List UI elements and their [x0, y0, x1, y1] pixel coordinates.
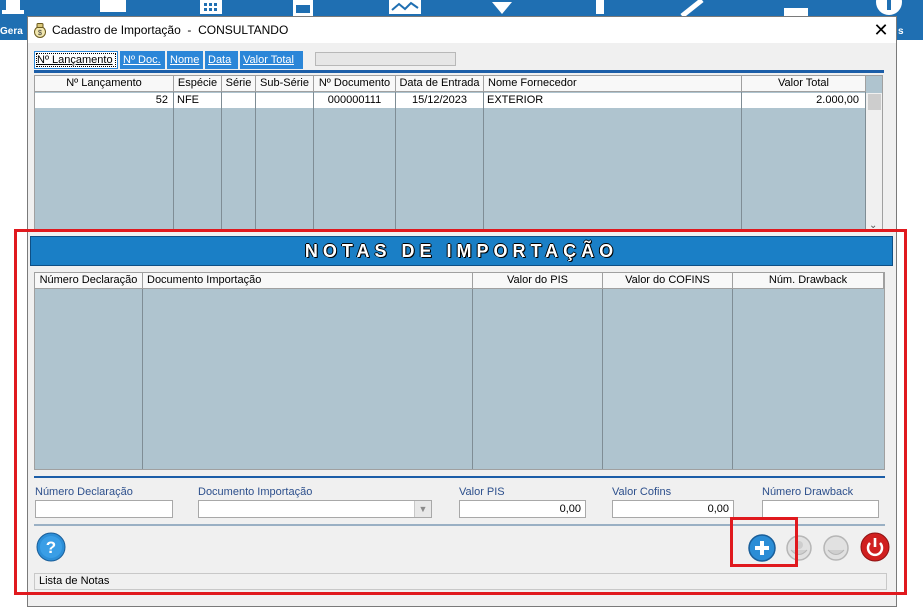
help-icon: ?	[36, 532, 66, 562]
delete-button[interactable]	[821, 533, 851, 563]
column-header[interactable]: Nº Documento	[314, 76, 396, 92]
status-bar: Lista de Notas	[34, 573, 887, 590]
column-header[interactable]: Número Declaração	[35, 273, 143, 289]
label-numero-drawback: Número Drawback	[762, 486, 854, 498]
cell-sub-serie	[256, 93, 313, 107]
divider	[34, 70, 884, 73]
cell-valor-total: 2.000,00	[816, 94, 859, 106]
delete-icon	[823, 535, 849, 561]
sort-button-lancamento[interactable]: Nº Lançamento	[34, 51, 118, 69]
column-header[interactable]: Documento Importação	[143, 273, 473, 289]
sort-button-documento[interactable]: Nº Doc.	[120, 51, 165, 69]
chevron-down-icon[interactable]: ▼	[414, 501, 431, 517]
column-header[interactable]: Espécie	[174, 76, 222, 92]
notas-grid[interactable]: Número Declaração Documento Importação V…	[34, 272, 885, 470]
add-icon[interactable]	[876, 0, 906, 16]
numero-declaracao-input[interactable]	[35, 500, 173, 518]
label-valor-cofins: Valor Cofins	[612, 486, 672, 498]
divider	[34, 524, 885, 526]
scroll-down-icon[interactable]: ⌄	[869, 220, 877, 230]
svg-text:?: ?	[46, 538, 56, 557]
cell-fornecedor: EXTERIOR	[487, 94, 544, 106]
cell-serie	[222, 93, 255, 107]
help-button[interactable]: ?	[36, 532, 66, 562]
vertical-scrollbar[interactable]: ⌄	[866, 93, 882, 230]
calculator-icon[interactable]	[291, 0, 321, 16]
label-numero-declaracao: Número Declaração	[35, 486, 133, 498]
power-icon	[860, 532, 890, 562]
valor-cofins-input[interactable]: 0,00	[612, 500, 734, 518]
sort-button-data[interactable]: Data	[205, 51, 238, 69]
chart-icon[interactable]	[389, 0, 421, 16]
tool-icon[interactable]	[680, 0, 710, 16]
column-header[interactable]: Nome Fornecedor	[484, 76, 742, 92]
column-header[interactable]: Valor do COFINS	[603, 273, 733, 289]
svg-text:$: $	[38, 30, 42, 37]
download-icon[interactable]	[488, 0, 518, 16]
valor-pis-input[interactable]: 0,00	[459, 500, 586, 518]
sort-button-valor-total[interactable]: Valor Total	[240, 51, 303, 69]
notas-banner: NOTAS DE IMPORTAÇÃO	[30, 236, 893, 266]
title-bar: $ Cadastro de Importação - CONSULTANDO ✕	[28, 17, 896, 43]
chat-icon[interactable]	[100, 0, 130, 16]
column-header[interactable]: Sub-Série	[256, 76, 314, 92]
column-header[interactable]: Valor Total	[742, 76, 866, 92]
numero-drawback-input[interactable]	[762, 500, 879, 518]
sort-search-field[interactable]	[315, 52, 456, 66]
upload-icon[interactable]	[586, 0, 616, 16]
label-valor-pis: Valor PIS	[459, 486, 505, 498]
column-header[interactable]: Nº Lançamento	[35, 76, 174, 92]
toolbar-label-left: Gera	[0, 26, 23, 37]
sort-button-nome[interactable]: Nome	[167, 51, 203, 69]
money-bag-icon: $	[32, 22, 48, 38]
column-header[interactable]: Data de Entrada	[396, 76, 484, 92]
edit-icon	[786, 535, 812, 561]
log-icon[interactable]	[782, 0, 812, 16]
calendar-icon[interactable]	[198, 0, 228, 16]
import-dialog: $ Cadastro de Importação - CONSULTANDO ✕…	[27, 16, 897, 607]
cell-data-entrada: 15/12/2023	[411, 94, 468, 106]
column-header[interactable]: Núm. Drawback	[733, 273, 884, 289]
column-header[interactable]: Série	[222, 76, 256, 92]
edit-button[interactable]	[784, 533, 814, 563]
cell-especie: NFE	[177, 94, 199, 106]
close-button[interactable]: ✕	[866, 17, 896, 43]
dialog-title: Cadastro de Importação - CONSULTANDO	[52, 23, 289, 37]
add-button[interactable]	[747, 533, 777, 563]
add-icon	[748, 534, 776, 562]
lancamentos-grid[interactable]: Nº Lançamento Espécie Série Sub-Série Nº…	[34, 75, 883, 231]
documento-importacao-select[interactable]: ▼	[198, 500, 432, 518]
cell-lancamento: 52	[155, 94, 168, 106]
label-documento-importacao: Documento Importação	[198, 486, 313, 498]
toolbar-label-right: s	[898, 26, 904, 37]
cell-documento: 000000111	[327, 94, 382, 106]
users-icon[interactable]	[0, 0, 30, 16]
exit-button[interactable]	[860, 532, 890, 562]
column-header[interactable]: Valor do PIS	[473, 273, 603, 289]
divider	[34, 476, 885, 478]
